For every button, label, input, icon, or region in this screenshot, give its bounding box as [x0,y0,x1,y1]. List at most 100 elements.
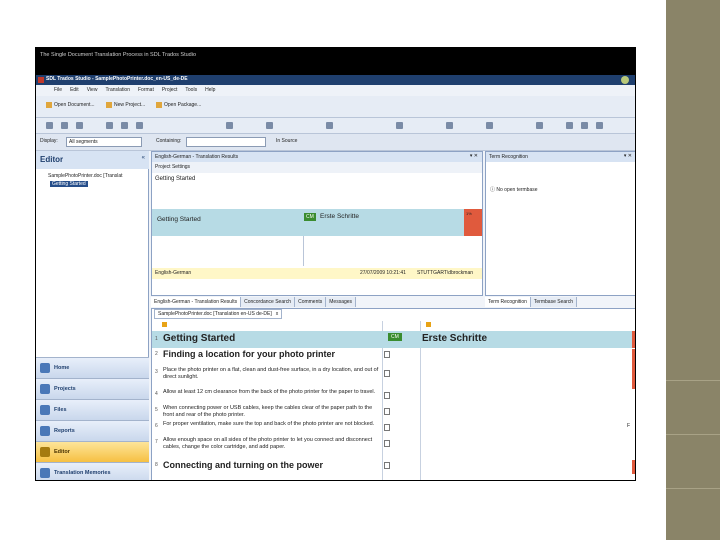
menu-project[interactable]: Project [158,85,182,93]
project-settings-button[interactable]: Project Settings [155,164,220,170]
segment-checkbox[interactable] [384,408,390,415]
nav-reports[interactable]: Reports [36,420,149,441]
segment-row[interactable]: 5 When connecting power or USB cables, k… [152,405,635,420]
cut-icon[interactable] [106,122,113,129]
tab-concordance-search[interactable]: Concordance Search [241,297,296,307]
segment-source: Finding a location for your photo printe… [163,349,335,359]
close-icon[interactable]: x [272,311,279,317]
slide-bar-square [666,434,720,488]
translation-memories-icon [40,468,50,478]
pin-icon[interactable]: ▾ ✕ [470,153,478,159]
tm-match-source: Getting Started [157,216,201,223]
nav-home[interactable]: Home [36,357,149,378]
containing-input[interactable] [186,137,266,147]
segment-row[interactable]: 7 Allow enough space on all sides of the… [152,437,635,459]
segment-checkbox[interactable] [384,351,390,358]
italic-icon[interactable] [61,122,68,129]
display-filter-select[interactable]: All segments [66,137,142,147]
column-divider [303,236,304,266]
new-project-button[interactable]: New Project... [106,102,145,108]
menu-file[interactable]: File [36,85,66,93]
menu-edit[interactable]: Edit [66,85,83,93]
menu-tools[interactable]: Tools [181,85,201,93]
menu-help[interactable]: Help [201,85,219,93]
bold-icon[interactable] [46,122,53,129]
segment-number: 6 [155,423,158,429]
tree-selected-node[interactable]: Getting Started [50,181,88,187]
screen-caption: The Single Document Translation Process … [36,48,635,75]
underline-icon[interactable] [76,122,83,129]
segment-target[interactable]: Erste Schritte [422,333,487,344]
nav-editor[interactable]: Editor [36,441,149,462]
main-toolbar: Open Document... New Project... Open Pac… [36,96,635,118]
check-icon[interactable] [486,122,493,129]
tm-match-row[interactable]: Getting Started CM Erste Schritte 1% [152,209,482,236]
tm-pane-tabs: English-German - Translation Results Conc… [151,297,357,307]
segment-source: Connecting and turning on the power [163,460,323,470]
menu-translation[interactable]: Translation [101,85,134,93]
tab-termbase-search[interactable]: Termbase Search [530,297,578,307]
menu-view[interactable]: View [83,85,102,93]
segment-row[interactable]: 4 Allow at least 12 cm clearance from th… [152,389,635,404]
window-titlebar: SDL Trados Studio - SamplePhotoPrinter.d… [36,75,635,85]
nav-projects[interactable]: Projects [36,378,149,399]
nav-translation-memories[interactable]: Translation Memories [36,462,149,480]
navigate-up-icon[interactable] [446,122,453,129]
bookmark-icon [426,322,431,327]
segment-number: 4 [155,391,158,397]
segment-row[interactable]: 6 For proper ventilation, make sure the … [152,421,635,436]
pin-icon[interactable]: ▾ ✕ [624,153,632,159]
close-icon[interactable]: « [142,155,145,161]
segment-checkbox[interactable] [384,392,390,399]
flag-icon[interactable] [566,122,573,129]
term-pane-header: Term Recognition ▾ ✕ [486,152,635,162]
navigate-last-icon[interactable] [596,122,603,129]
segment-checkbox[interactable] [384,370,390,377]
find-icon[interactable] [396,122,403,129]
tree-file-node[interactable]: SamplePhotoPrinter.doc [Translat [40,173,123,179]
segment-checkbox[interactable] [384,462,390,469]
display-label: Display: [40,138,58,144]
nav-files[interactable]: Files [36,399,149,420]
segment-source: For proper ventilation, make sure the to… [163,421,375,427]
segment-source: When connecting power or USB cables, kee… [163,405,373,418]
termbase-message: ⓘ No open termbase [490,187,538,193]
segment-status-badge: CM [388,333,402,341]
segment-source: Place the photo printer on a flat, clean… [163,367,379,380]
document-tab[interactable]: SamplePhotoPrinter.doc [Translation en-U… [154,309,283,319]
menu-format[interactable]: Format [134,85,158,93]
segment-checkbox[interactable] [384,440,390,447]
segment-row[interactable]: 1 Getting Started CM Erste Schritte [152,331,635,348]
paragraph-icon[interactable] [536,122,543,129]
segment-row[interactable]: 8 Connecting and turning on the power [152,460,635,474]
editor-navigation-pane: Editor « SamplePhotoPrinter.doc [Transla… [36,151,149,480]
confirm-icon[interactable] [226,122,233,129]
open-document-button[interactable]: Open Document... [46,102,95,108]
paste-icon[interactable] [136,122,143,129]
navigate-next-icon[interactable] [581,122,588,129]
app-logo-icon [38,77,44,83]
tag-icon[interactable] [266,122,273,129]
tab-term-recognition[interactable]: Term Recognition [485,297,531,307]
slide-bar-square [666,380,720,434]
right-marker: F [626,423,630,429]
segment-row[interactable]: 3 Place the photo printer on a flat, cle… [152,367,635,389]
tab-translation-results[interactable]: English-German - Translation Results [151,297,242,307]
segment-source: Getting Started [163,333,236,344]
in-source-toggle[interactable]: In Source [276,138,297,144]
segment-checkbox[interactable] [384,424,390,431]
tm-match-target: Erste Schritte [320,213,360,220]
lookup-icon[interactable] [326,122,333,129]
format-toolbar [36,118,635,134]
copy-icon[interactable] [121,122,128,129]
match-date: 27/07/2009 10:21:41 [360,270,406,276]
segment-source: Allow enough space on all sides of the p… [163,437,373,450]
tab-comments[interactable]: Comments [295,297,327,307]
editor-icon [40,447,50,457]
open-package-button[interactable]: Open Package... [156,102,201,108]
tab-messages[interactable]: Messages [326,297,357,307]
bookmark-icon [162,322,167,327]
segment-row[interactable]: 2 Finding a location for your photo prin… [152,349,635,367]
window-control-icon[interactable] [621,76,629,84]
segment-status-bar [632,367,635,389]
